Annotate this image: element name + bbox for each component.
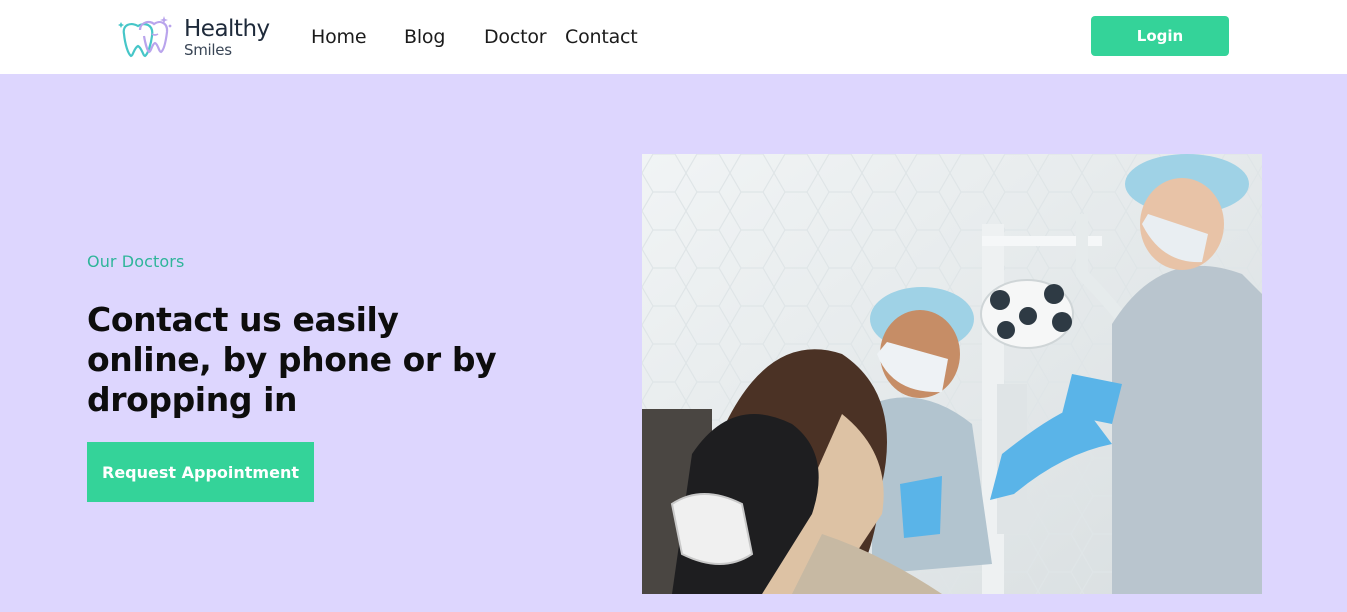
dental-clinic-illustration (642, 154, 1262, 594)
login-button[interactable]: Login (1091, 16, 1229, 56)
site-header: Healthy Smiles Home Blog Doctor Contact … (0, 0, 1347, 74)
nav-blog-link[interactable]: Blog (404, 25, 445, 49)
brand-wordmark: Healthy Smiles (184, 16, 270, 58)
hero-photo (642, 154, 1262, 594)
brand-name: Healthy (184, 16, 270, 42)
nav-doctor-link[interactable]: Doctor (484, 25, 547, 49)
request-appointment-button[interactable]: Request Appointment (87, 442, 314, 502)
brand-logo-link[interactable]: Healthy Smiles (118, 12, 278, 62)
hero-eyebrow: Our Doctors (87, 252, 185, 271)
nav-contact-link[interactable]: Contact (565, 25, 638, 49)
nav-home-link[interactable]: Home (311, 25, 367, 49)
hero-headline: Contact us easily online, by phone or by… (87, 300, 497, 419)
brand-subtitle: Smiles (184, 41, 232, 59)
tooth-logo-icon (118, 16, 172, 58)
hero-section: Our Doctors Contact us easily online, by… (0, 74, 1347, 612)
